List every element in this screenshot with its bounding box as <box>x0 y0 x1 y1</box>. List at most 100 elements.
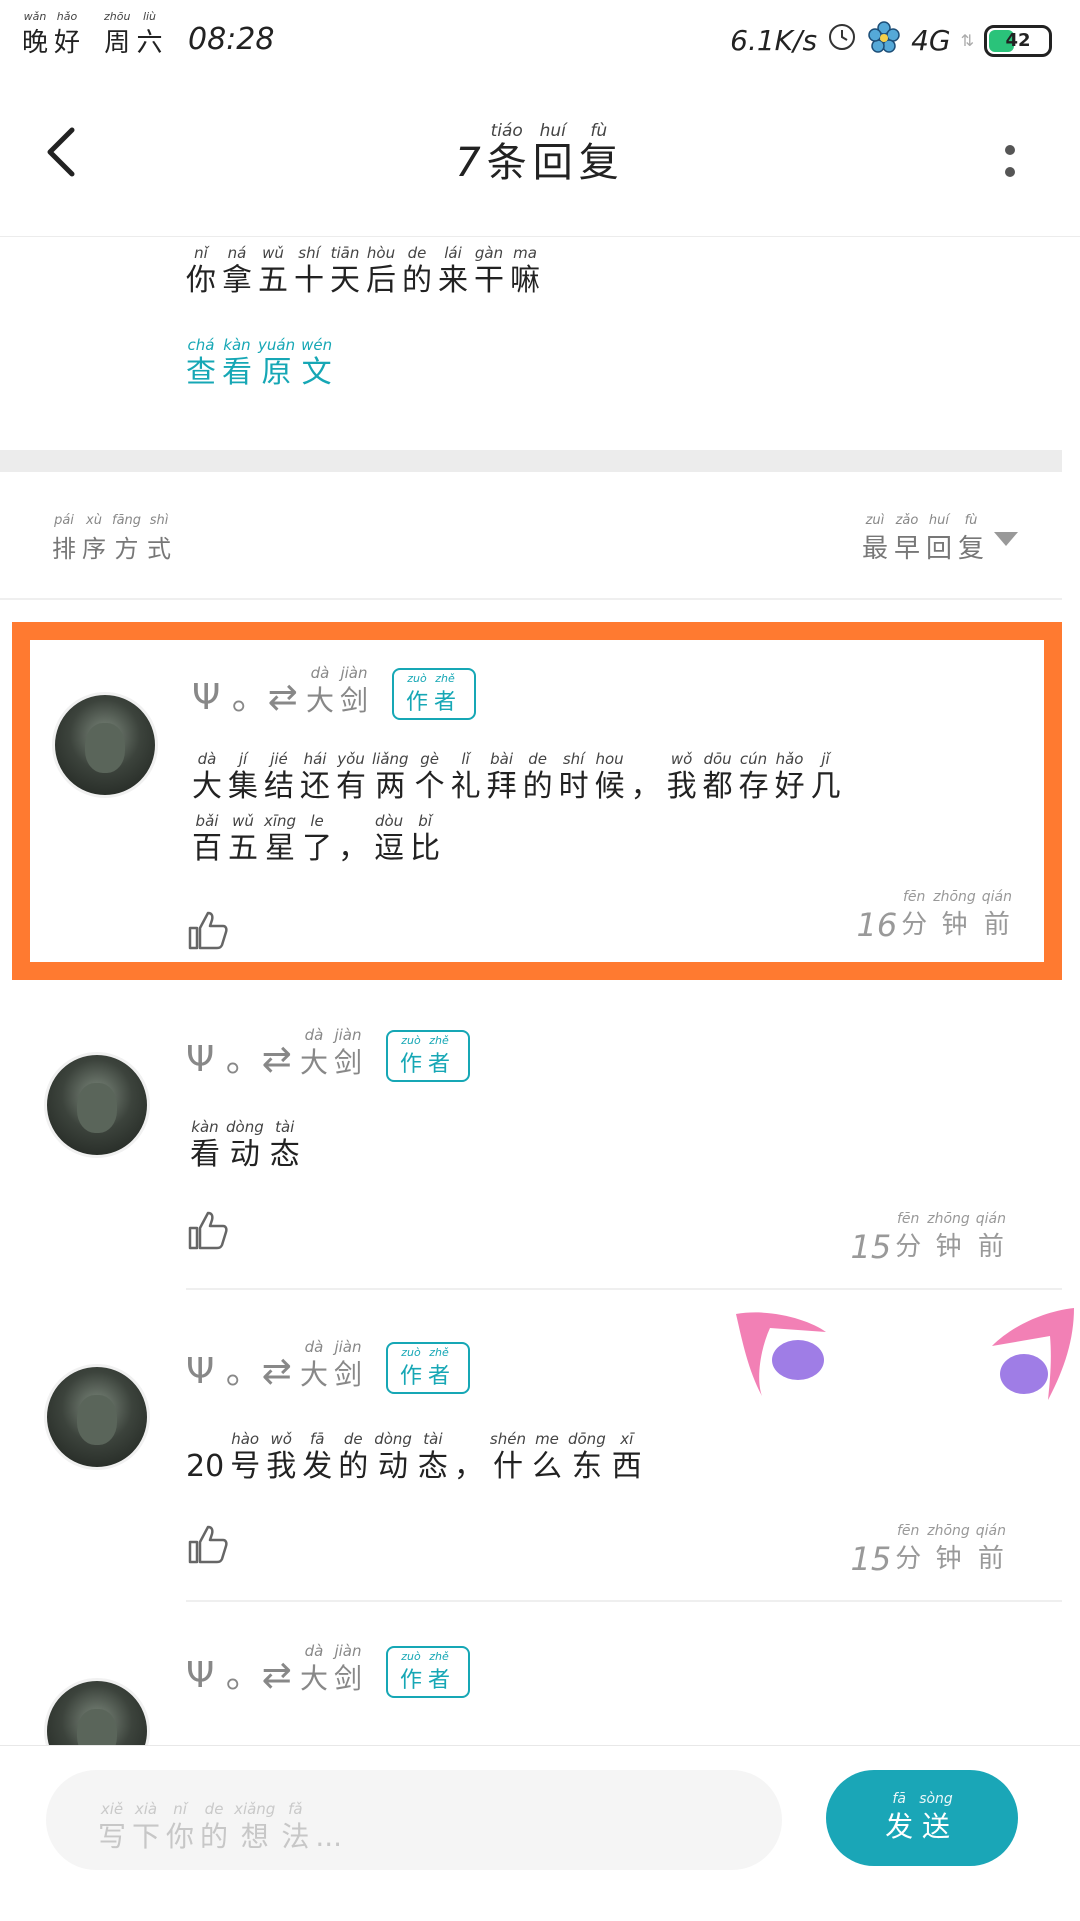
ruby-char: dòng 动 <box>374 1430 412 1484</box>
ruby-char: dōng 东 <box>567 1430 606 1484</box>
status-bar: wǎn 晚 hǎo 好 zhōu 周 liù 六 08:28 6.1K/s 4G ⇅ 42 <box>0 0 1080 78</box>
ruby-char: jiàn 剑 <box>333 1338 362 1391</box>
ruby-char: dà 大 <box>299 1642 328 1695</box>
ruby-char: xiǎng 想 <box>234 1800 276 1853</box>
ruby-char: de 的 <box>338 1430 369 1484</box>
ruby-char: zhě 者 <box>428 1346 451 1389</box>
avatar[interactable] <box>44 1364 150 1470</box>
ruby-char: wǒ 我 <box>666 750 697 804</box>
ruby-char: zǎo 早 <box>893 513 920 564</box>
ruby-char: tài 态 <box>269 1118 300 1172</box>
net-speed: 6.1K/s <box>730 24 818 57</box>
comment-line: kàn 看 dòng 动 tài 态 <box>190 1118 306 1174</box>
comment-item[interactable]: Ψ 。⇄ dà 大 jiàn 剑 zuò 作 zhě 者 <box>0 1628 1062 1746</box>
ruby-char: fēn 分 <box>895 1211 922 1262</box>
ruby-char: ， <box>338 831 369 866</box>
ruby-char: hái 还 <box>300 750 330 804</box>
ruby-char: zuò 作 <box>405 672 428 715</box>
ruby-char: zuò 作 <box>399 1650 422 1693</box>
comment-text: 20 hào 号 wǒ 我 fā 发 de 的 dòng 动 tài 态， shén 什 me 么 dōng 东 xī… <box>186 1430 648 1492</box>
ruby-char: dà 大 <box>192 750 222 804</box>
ruby-char: fā 发 <box>885 1791 914 1843</box>
ruby-char: liǎng 两 <box>372 750 409 804</box>
ruby-char: wǔ 五 <box>228 812 258 866</box>
clock-icon <box>827 22 857 59</box>
status-time: 08:28 <box>188 22 275 57</box>
avatar[interactable] <box>44 1052 150 1158</box>
ruby-char: jié 结 <box>264 750 294 804</box>
username[interactable]: dà 大 jiàn 剑 <box>300 1026 368 1082</box>
ruby-char: dōu 都 <box>702 750 733 804</box>
ruby-char: zhě 者 <box>434 672 457 715</box>
reply-bar: xiě 写 xià 下 nǐ 你 de 的 xiǎng 想 fǎ 法... fā 发 sòng 送 <box>0 1745 1080 1921</box>
ruby-char: shí 十 <box>294 244 324 298</box>
quoted-comment: nǐ 你 ná 拿 wǔ 五 shí 十 tiān 天 hòu 后 de 的 lái 来 gàn 干 ma 嘛 <box>186 244 546 300</box>
ruby-char: sòng 送 <box>919 1791 953 1843</box>
ruby-char: fēn 分 <box>895 1523 922 1574</box>
divider <box>186 1600 1062 1602</box>
ruby-char: le 了 <box>302 812 333 866</box>
reply-placeholder: xiě 写 xià 下 nǐ 你 de 的 xiǎng 想 fǎ 法... <box>98 1800 348 1856</box>
ruby-char: dòng 动 <box>226 1118 264 1172</box>
ruby-char: wǎn 晚 <box>22 10 49 58</box>
avatar[interactable] <box>44 1678 150 1746</box>
ruby-char: jiàn 剑 <box>339 664 368 717</box>
more-vert-icon <box>1005 145 1015 177</box>
ruby-char: zuò 作 <box>399 1034 422 1077</box>
ruby-char: fǎ 法 <box>281 1800 310 1853</box>
comment-item[interactable]: Ψ 。⇄ dà 大 jiàn 剑 zuò 作 zhě 者 dà 大 jí 集 jié 结 hái 还 yǒu… <box>12 622 1074 1400</box>
comment-item[interactable]: Ψ 。⇄ dà 大 jiàn 剑 zuò 作 zhě 者 20 hào 号 wǒ 我 fā 发 de 的 dò… <box>0 1312 1062 1602</box>
ruby-char: lǐ 礼 <box>450 750 481 804</box>
view-original-link[interactable]: chá 查 kàn 看 yuán 原 wén 文 <box>186 336 338 392</box>
sort-selector[interactable]: zuì 最 zǎo 早 huí 回 fù 复 <box>862 512 990 568</box>
username[interactable]: dà 大 jiàn 剑 <box>300 1338 368 1394</box>
ruby-char: huí 回 <box>532 121 573 186</box>
username-row: Ψ 。⇄ dà 大 jiàn 剑 zuò 作 zhě 者 <box>192 664 477 720</box>
ruby-char: shén 什 <box>489 1430 526 1484</box>
username[interactable]: dà 大 jiàn 剑 <box>306 664 374 720</box>
ruby-char: ， <box>630 769 661 804</box>
ruby-char: zuì 最 <box>861 513 888 564</box>
ruby-char: kàn 看 <box>222 336 252 390</box>
more-button[interactable] <box>1000 134 1020 194</box>
ruby-char: dà 大 <box>299 1026 328 1079</box>
signal-arrows-icon: ⇅ <box>960 31 974 50</box>
ruby-char: ， <box>453 1449 484 1484</box>
avatar[interactable] <box>52 692 158 798</box>
comment-line: bǎi 百 wǔ 五 xīng 星 le 了， dòu 逗 bǐ 比 <box>192 812 847 868</box>
username-prefix: Ψ 。⇄ <box>192 677 298 718</box>
ruby-char: yuán 原 <box>258 336 296 390</box>
thumbs-up-icon[interactable] <box>186 1522 230 1566</box>
ruby-char: de 的 <box>402 244 432 298</box>
ruby-char: zuò 作 <box>399 1346 422 1389</box>
comment-item[interactable]: Ψ 。⇄ dà 大 jiàn 剑 zuò 作 zhě 者 kàn 看 dòng 动 tài 态 15 … <box>0 1000 1062 1290</box>
ruby-char: wǒ 我 <box>266 1430 297 1484</box>
ruby-char: hòu 后 <box>366 244 396 298</box>
reply-input[interactable]: xiě 写 xià 下 nǐ 你 de 的 xiǎng 想 fǎ 法... <box>46 1770 782 1870</box>
username-prefix: Ψ 。⇄ <box>186 1039 292 1080</box>
caret-down-icon[interactable] <box>994 532 1018 546</box>
ruby-char: tài 态 <box>417 1430 448 1484</box>
ruby-char: zhōng 钟 <box>927 1523 970 1574</box>
ruby-char: zhōng 钟 <box>927 1211 970 1262</box>
send-label: fā 发 sòng 送 <box>885 1790 959 1846</box>
ruby-char: jiàn 剑 <box>333 1026 362 1079</box>
weekday-text: zhōu 周 liù 六 <box>104 10 168 58</box>
ruby-char: lái 来 <box>438 244 468 298</box>
ruby-char: hǎo 好 <box>54 10 81 58</box>
username-row: Ψ 。⇄ dà 大 jiàn 剑 zuò 作 zhě 者 <box>186 1026 471 1082</box>
ruby-char: me 么 <box>531 1430 562 1484</box>
ruby-char: liù 六 <box>136 10 163 58</box>
thumbs-up-icon[interactable] <box>186 908 230 952</box>
ruby-char: bǎi 百 <box>192 812 222 866</box>
ruby-char: cún 存 <box>738 750 769 804</box>
comment-time: 15 fēn 分 zhōng 钟 qián 前 <box>850 1211 1006 1266</box>
thumbs-up-icon[interactable] <box>186 1208 230 1252</box>
ruby-char: chá 查 <box>186 336 216 390</box>
ruby-char: xī 西 <box>611 1430 642 1484</box>
ruby-char: fù 复 <box>578 121 619 186</box>
ruby-char: shí 时 <box>558 750 589 804</box>
send-button[interactable]: fā 发 sòng 送 <box>826 1770 1018 1866</box>
ruby-char: 20 <box>186 1449 225 1484</box>
username[interactable]: dà 大 jiàn 剑 <box>300 1642 368 1698</box>
